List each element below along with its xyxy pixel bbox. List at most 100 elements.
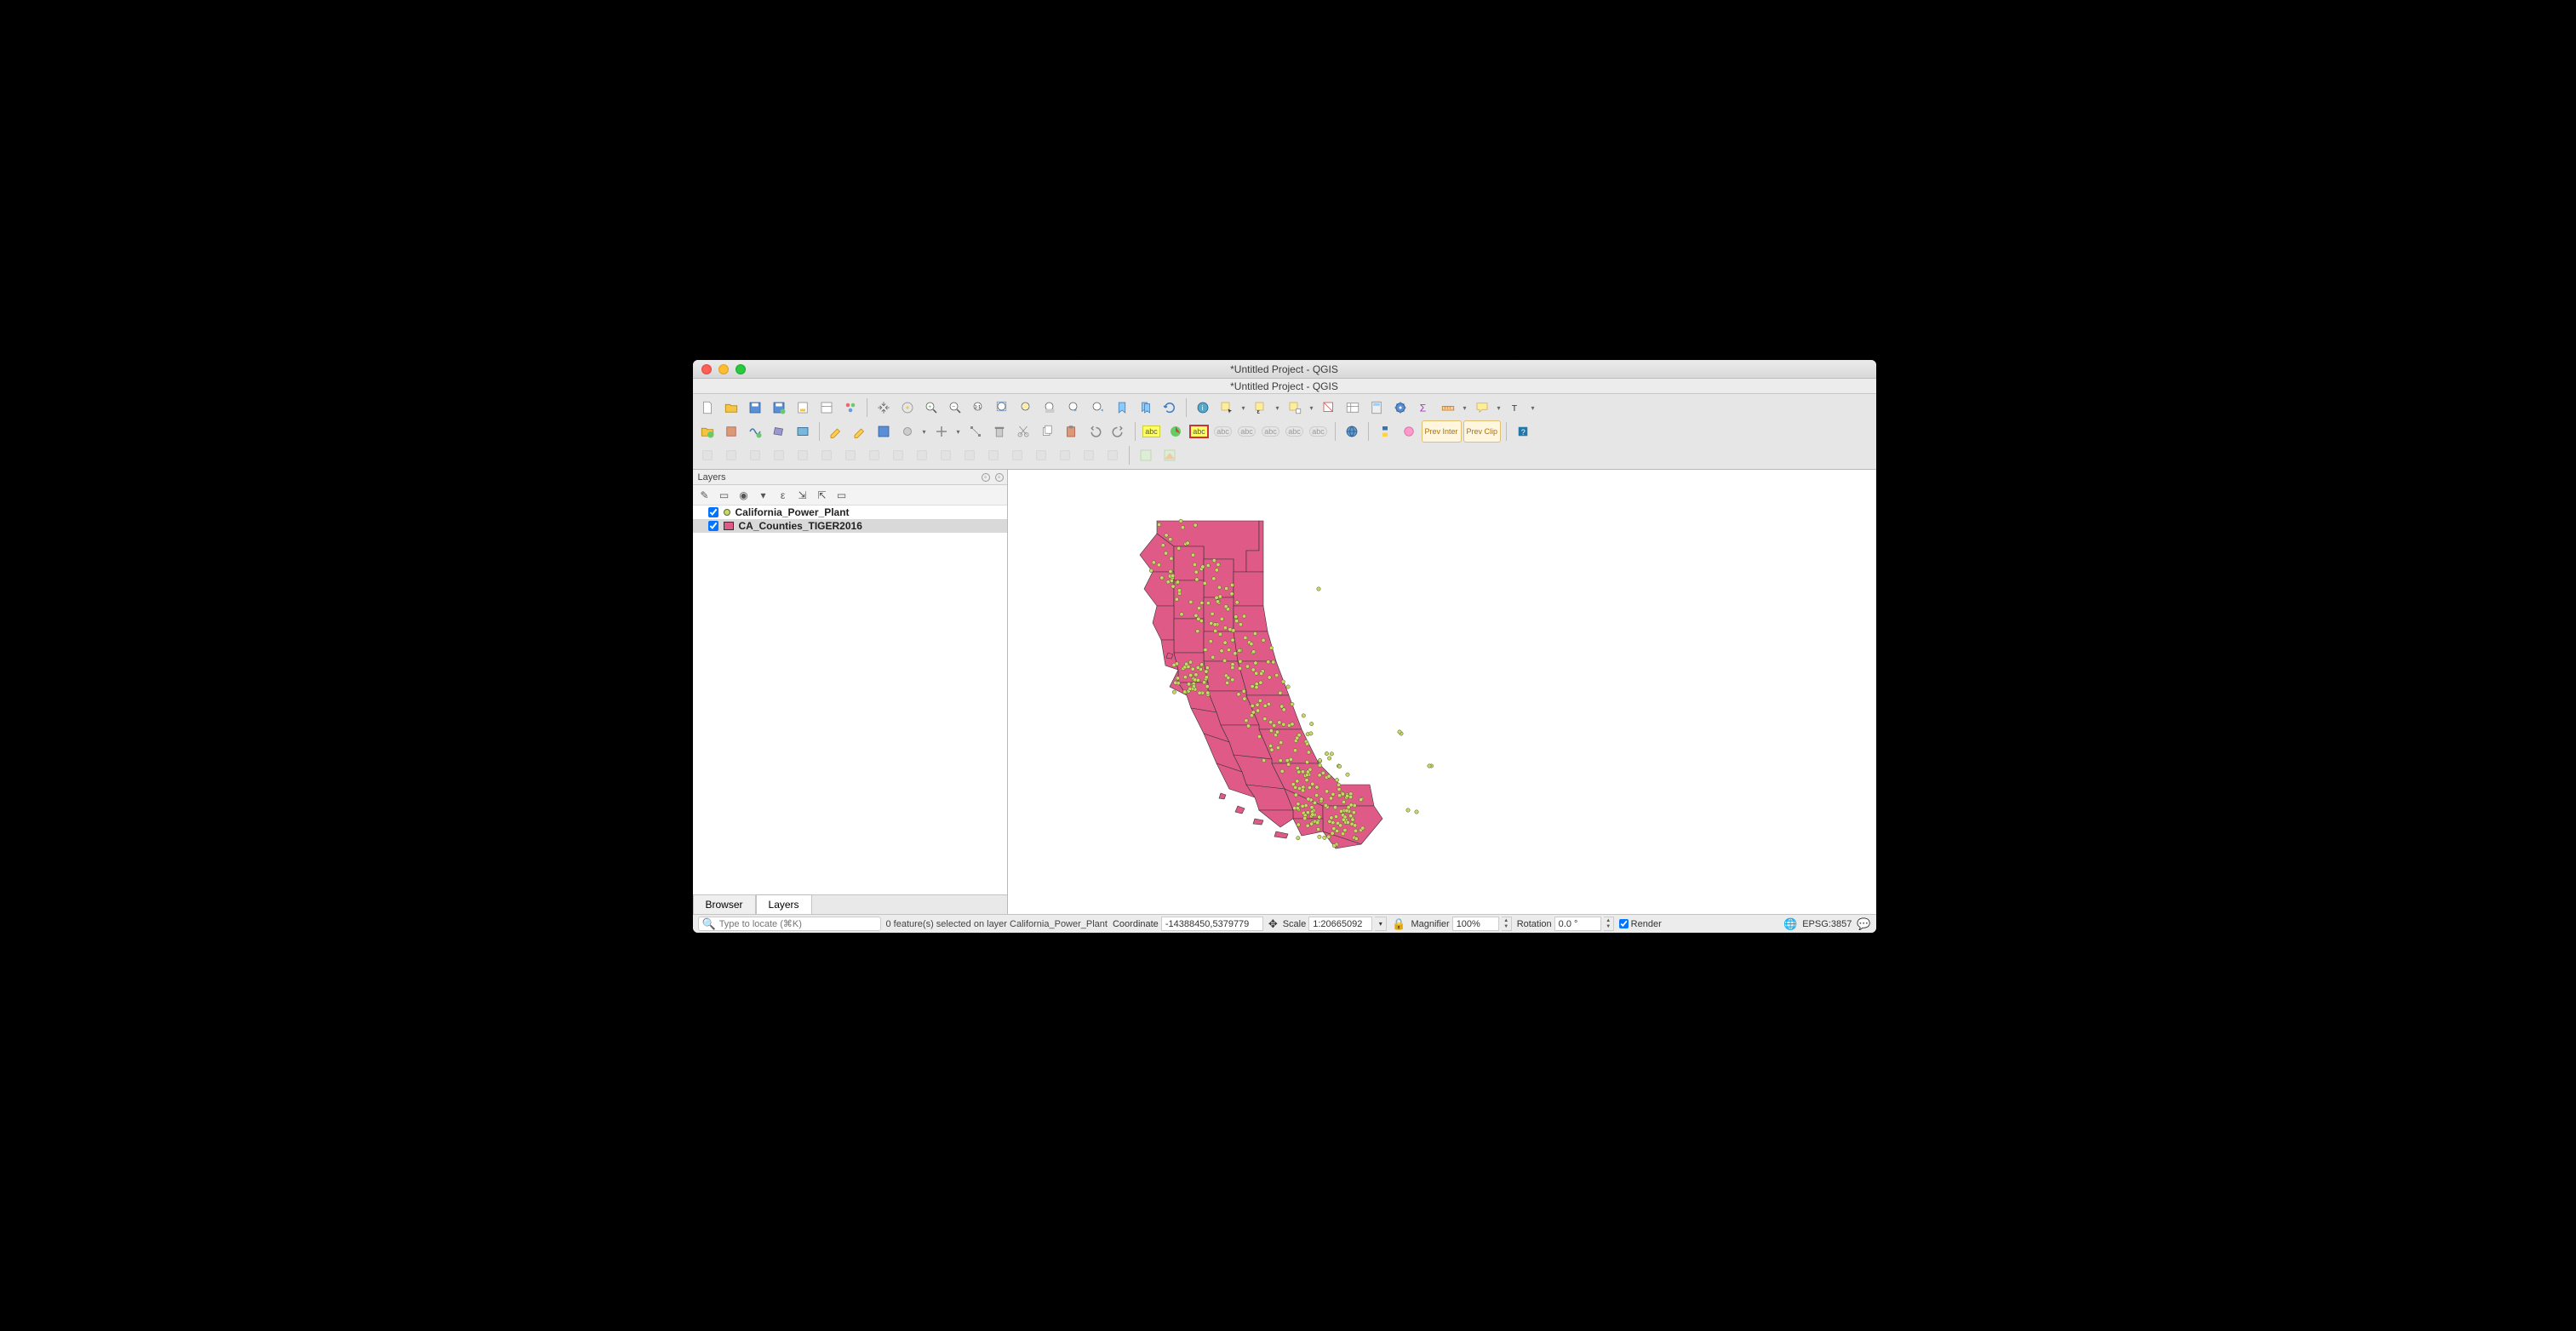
scale-dropdown[interactable]: ▾ <box>1375 917 1387 931</box>
save-as-project-button[interactable] <box>768 397 790 419</box>
current-edits-button[interactable] <box>825 420 847 443</box>
dropdown-arrow-icon[interactable]: ▾ <box>1461 404 1469 412</box>
delete-selected-button[interactable] <box>988 420 1010 443</box>
abc-r3-button[interactable]: abc <box>1260 420 1282 443</box>
crs-label[interactable]: EPSG:3857 <box>1802 919 1852 929</box>
open-data-source-manager-button[interactable] <box>696 420 718 443</box>
collapse-all-icon[interactable]: ⇱ <box>814 487 831 504</box>
copy-button[interactable] <box>1036 420 1058 443</box>
measure-button[interactable] <box>1437 397 1459 419</box>
filter-legend-icon[interactable]: ▾ <box>755 487 772 504</box>
layer-visibility-checkbox[interactable] <box>708 521 718 531</box>
refresh-button[interactable] <box>1159 397 1181 419</box>
toggle-editing-button[interactable] <box>849 420 871 443</box>
titlebar[interactable]: *Untitled Project - QGIS <box>693 360 1876 379</box>
dropdown-arrow-icon[interactable]: ▾ <box>1308 404 1316 412</box>
zoom-last-button[interactable] <box>1063 397 1085 419</box>
layer-visibility-checkbox[interactable] <box>708 507 718 517</box>
toggle-extents-icon[interactable]: ✥ <box>1268 917 1278 931</box>
pan-to-selection-button[interactable] <box>896 397 919 419</box>
diagram-button[interactable] <box>1165 420 1187 443</box>
tab-browser[interactable]: Browser <box>693 894 756 914</box>
filter-by-expression-icon[interactable]: ε <box>775 487 792 504</box>
select-by-value-button[interactable] <box>1284 397 1306 419</box>
abc-single-button[interactable]: abc <box>1141 420 1163 443</box>
expand-all-icon[interactable]: ⇲ <box>794 487 811 504</box>
select-features-button[interactable] <box>1216 397 1238 419</box>
select-by-expression-button[interactable]: ε <box>1250 397 1272 419</box>
statistics-button[interactable]: Σ <box>1413 397 1435 419</box>
save-project-button[interactable] <box>744 397 766 419</box>
new-print-layout-button[interactable] <box>792 397 814 419</box>
node-tool-button[interactable] <box>965 420 987 443</box>
layer-row[interactable]: CA_Counties_TIGER2016 <box>693 519 1007 533</box>
crs-icon[interactable]: 🌐 <box>1783 917 1797 931</box>
deselect-all-button[interactable] <box>1318 397 1340 419</box>
paste-button[interactable] <box>1060 420 1082 443</box>
zoom-in-button[interactable]: + <box>920 397 942 419</box>
remove-layer-icon[interactable]: ▭ <box>833 487 850 504</box>
locator-bar[interactable]: 🔍 <box>698 917 881 931</box>
help-button[interactable]: ? <box>1512 420 1534 443</box>
manage-visibility-icon[interactable]: ◉ <box>736 487 753 504</box>
magnifier-spinner[interactable]: ▲▼ <box>1502 917 1512 931</box>
dropdown-arrow-icon[interactable]: ▾ <box>1239 404 1248 412</box>
dropdown-arrow-icon[interactable]: ▾ <box>1274 404 1282 412</box>
prev-clip-button[interactable]: Prev Clip <box>1463 420 1502 443</box>
scale-value[interactable]: 1:20665092 <box>1308 917 1372 931</box>
locator-input[interactable] <box>719 919 877 929</box>
cut-button[interactable] <box>1012 420 1034 443</box>
new-virtual-layer-button[interactable] <box>792 420 814 443</box>
abc-r1-button[interactable]: abc <box>1212 420 1234 443</box>
pan-button[interactable] <box>873 397 895 419</box>
zoom-to-selection-button[interactable] <box>1016 397 1038 419</box>
dropdown-arrow-icon[interactable]: ▾ <box>920 428 929 436</box>
messages-icon[interactable]: 💬 <box>1857 917 1870 931</box>
map-canvas[interactable] <box>1008 470 1876 914</box>
open-project-button[interactable] <box>720 397 742 419</box>
dropdown-arrow-icon[interactable]: ▾ <box>1495 404 1503 412</box>
open-field-calculator-button[interactable] <box>1365 397 1388 419</box>
new-spatialite-button[interactable] <box>768 420 790 443</box>
plugin-a-button[interactable] <box>1398 420 1420 443</box>
show-layout-manager-button[interactable] <box>816 397 838 419</box>
tab-layers[interactable]: Layers <box>756 894 812 914</box>
python-button[interactable] <box>1374 420 1396 443</box>
identify-button[interactable]: i <box>1192 397 1214 419</box>
abc-r4-button[interactable]: abc <box>1284 420 1306 443</box>
layers-panel-header[interactable]: Layers ◦ ◦ <box>693 470 1007 485</box>
new-shapefile-button[interactable] <box>744 420 766 443</box>
add-feature-button[interactable] <box>896 420 919 443</box>
dropdown-arrow-icon[interactable]: ▾ <box>954 428 963 436</box>
layer-row[interactable]: California_Power_Plant <box>693 506 1007 519</box>
zoom-out-button[interactable]: − <box>944 397 966 419</box>
save-edits-button[interactable] <box>873 420 895 443</box>
rotation-value[interactable]: 0.0 ° <box>1554 917 1601 931</box>
coordinate-value[interactable]: -14388450,5379779 <box>1161 917 1263 931</box>
rotation-spinner[interactable]: ▲▼ <box>1604 917 1614 931</box>
zoom-full-button[interactable] <box>992 397 1014 419</box>
metasearch-button[interactable] <box>1341 420 1363 443</box>
abc-boxed-button[interactable]: abc <box>1188 420 1211 443</box>
style-manager-button[interactable] <box>839 397 862 419</box>
move-feature-button[interactable] <box>930 420 953 443</box>
show-map-tips-button[interactable] <box>1471 397 1493 419</box>
new-bookmark-button[interactable] <box>1111 397 1133 419</box>
render-checkbox[interactable]: Render <box>1619 919 1662 929</box>
prev-inter-button[interactable]: Prev Inter <box>1422 420 1462 443</box>
panel-float-icon[interactable]: ◦ <box>982 473 990 482</box>
abc-r2-button[interactable]: abc <box>1236 420 1258 443</box>
show-bookmarks-button[interactable] <box>1135 397 1157 419</box>
redo-button[interactable] <box>1108 420 1130 443</box>
new-project-button[interactable] <box>696 397 718 419</box>
panel-close-icon[interactable]: ◦ <box>995 473 1004 482</box>
undo-button[interactable] <box>1084 420 1106 443</box>
lock-scale-icon[interactable]: 🔒 <box>1392 917 1405 931</box>
layer-style-icon[interactable]: ✎ <box>696 487 713 504</box>
zoom-to-layer-button[interactable] <box>1039 397 1062 419</box>
layer-tree[interactable]: California_Power_PlantCA_Counties_TIGER2… <box>693 506 1007 894</box>
dropdown-arrow-icon[interactable]: ▾ <box>1529 404 1537 412</box>
new-geopackage-button[interactable] <box>720 420 742 443</box>
add-group-icon[interactable]: ▭ <box>716 487 733 504</box>
zoom-native-button[interactable]: 1:1 <box>968 397 990 419</box>
